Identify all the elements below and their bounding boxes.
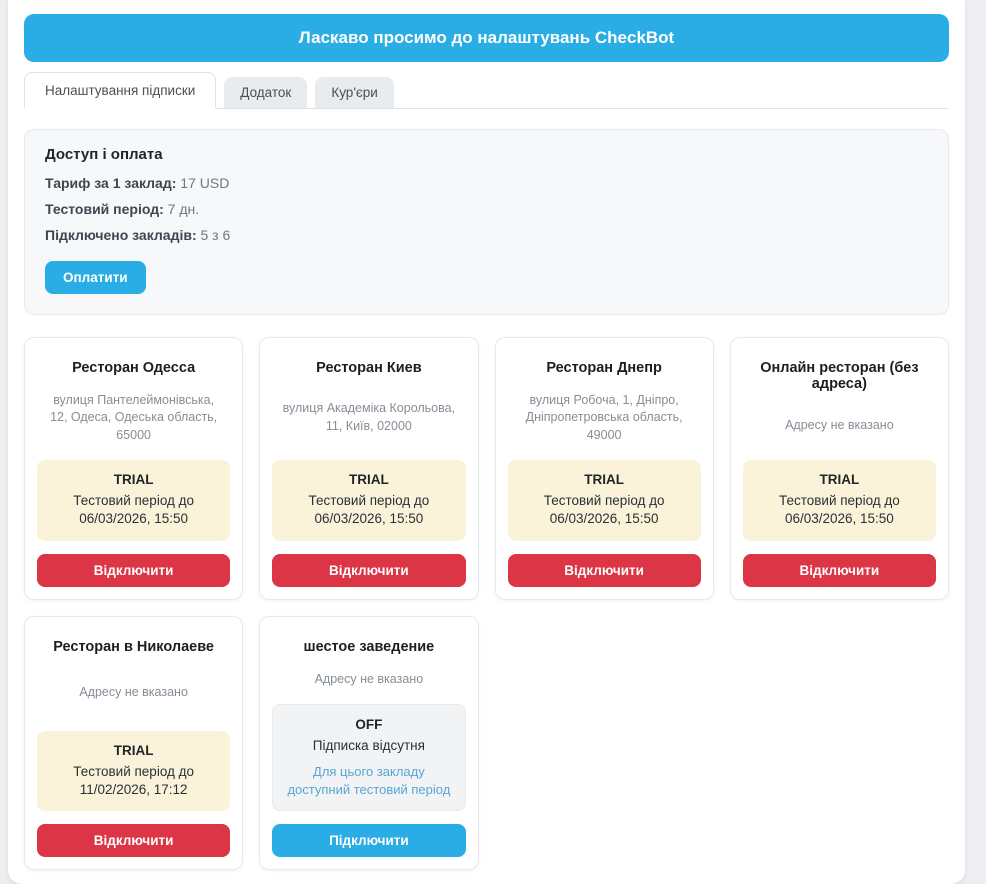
status-badge: TRIAL Тестовий період до 06/03/2026, 15:… xyxy=(37,460,230,540)
status-code: OFF xyxy=(283,717,454,732)
access-row-label: Тариф за 1 заклад: xyxy=(45,175,176,191)
establishment-name: Ресторан Одесса xyxy=(37,360,230,376)
status-description: Тестовий період до 06/03/2026, 15:50 xyxy=(753,492,926,528)
tab-item[interactable]: Кур'єри xyxy=(315,77,394,108)
tab-bar: Налаштування підписки Додаток Кур'єри xyxy=(24,72,949,109)
access-panel-title: Доступ і оплата xyxy=(45,146,928,163)
access-info-row: Тестовий період: 7 дн. xyxy=(45,197,928,223)
status-description: Підписка відсутня xyxy=(283,737,454,755)
access-row-value: 7 дн. xyxy=(168,201,199,217)
tab-item[interactable]: Налаштування підписки xyxy=(24,72,216,109)
access-info-row: Підключено закладів: 5 з 6 xyxy=(45,223,928,249)
establishment-address: вулиця Пантелеймонівська, 12, Одеса, Оде… xyxy=(37,376,230,461)
establishment-card: шестое заведение Адресу не вказано OFF П… xyxy=(259,616,478,871)
establishment-name: Ресторан в Николаеве xyxy=(37,639,230,655)
status-description: Тестовий період до 06/03/2026, 15:50 xyxy=(282,492,455,528)
status-code: TRIAL xyxy=(47,743,220,758)
access-payment-panel: Доступ і оплата Тариф за 1 заклад: 17 US… xyxy=(24,129,949,315)
establishment-address: вулиця Робоча, 1, Дніпро, Дніпропетровсь… xyxy=(508,376,701,461)
establishment-address: вулиця Академіка Корольова, 11, Київ, 02… xyxy=(272,376,465,461)
establishment-card: Ресторан Днепр вулиця Робоча, 1, Дніпро,… xyxy=(495,337,714,600)
status-badge: TRIAL Тестовий період до 11/02/2026, 17:… xyxy=(37,731,230,811)
status-description: Тестовий період до 06/03/2026, 15:50 xyxy=(518,492,691,528)
establishment-card: Ресторан в Николаеве Адресу не вказано T… xyxy=(24,616,243,871)
settings-page: Ласкаво просимо до налаштувань CheckBot … xyxy=(8,0,965,884)
card-action-button[interactable]: Відключити xyxy=(272,554,465,587)
access-panel-rows: Тариф за 1 заклад: 17 USD Тестовий періо… xyxy=(45,171,928,249)
status-description: Тестовий період до 06/03/2026, 15:50 xyxy=(47,492,220,528)
pay-button[interactable]: Оплатити xyxy=(45,261,146,294)
welcome-banner: Ласкаво просимо до налаштувань CheckBot xyxy=(24,14,949,62)
establishment-card: Онлайн ресторан (без адреса) Адресу не в… xyxy=(730,337,949,600)
establishments-grid: Ресторан Одесса вулиця Пантелеймонівська… xyxy=(24,337,949,871)
establishment-name: шестое заведение xyxy=(272,639,465,655)
card-action-button[interactable]: Відключити xyxy=(743,554,936,587)
establishment-name: Онлайн ресторан (без адреса) xyxy=(743,360,936,392)
establishment-name: Ресторан Днепр xyxy=(508,360,701,376)
access-row-value: 5 з 6 xyxy=(201,227,231,243)
status-code: TRIAL xyxy=(47,472,220,487)
establishment-card: Ресторан Киев вулиця Академіка Корольова… xyxy=(259,337,478,600)
establishment-name: Ресторан Киев xyxy=(272,360,465,376)
status-badge: OFF Підписка відсутня Для цього закладу … xyxy=(272,704,465,811)
access-row-label: Тестовий період: xyxy=(45,201,164,217)
tab-item[interactable]: Додаток xyxy=(224,77,307,108)
status-badge: TRIAL Тестовий період до 06/03/2026, 15:… xyxy=(508,460,701,540)
trial-available-link[interactable]: Для цього закладу доступний тестовий пер… xyxy=(283,763,454,798)
status-code: TRIAL xyxy=(753,472,926,487)
card-action-button[interactable]: Відключити xyxy=(37,824,230,857)
card-action-button[interactable]: Відключити xyxy=(37,554,230,587)
card-action-button[interactable]: Відключити xyxy=(508,554,701,587)
status-code: TRIAL xyxy=(518,472,691,487)
status-badge: TRIAL Тестовий період до 06/03/2026, 15:… xyxy=(272,460,465,540)
establishment-card: Ресторан Одесса вулиця Пантелеймонівська… xyxy=(24,337,243,600)
welcome-banner-title: Ласкаво просимо до налаштувань CheckBot xyxy=(299,28,674,48)
status-code: TRIAL xyxy=(282,472,455,487)
establishment-address: Адресу не вказано xyxy=(37,655,230,731)
establishment-address: Адресу не вказано xyxy=(743,392,936,461)
status-badge: TRIAL Тестовий період до 06/03/2026, 15:… xyxy=(743,460,936,540)
access-info-row: Тариф за 1 заклад: 17 USD xyxy=(45,171,928,197)
access-row-label: Підключено закладів: xyxy=(45,227,197,243)
card-action-button[interactable]: Підключити xyxy=(272,824,465,857)
status-description: Тестовий період до 11/02/2026, 17:12 xyxy=(47,763,220,799)
establishment-address: Адресу не вказано xyxy=(272,655,465,705)
access-row-value: 17 USD xyxy=(180,175,229,191)
